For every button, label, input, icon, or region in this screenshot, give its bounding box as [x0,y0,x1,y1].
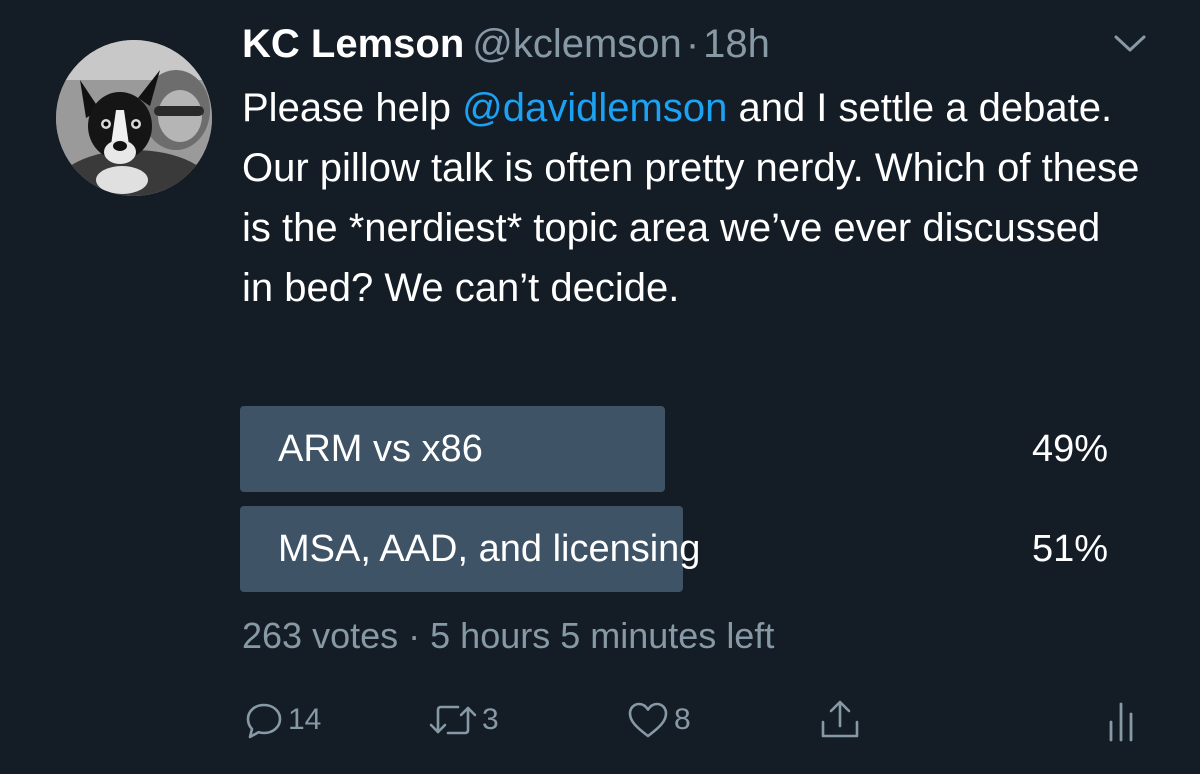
analytics-icon [1109,702,1133,742]
tweet-actions: 14 3 8 [0,690,1200,750]
poll-meta: 263 votes · 5 hours 5 minutes left [242,614,774,658]
chevron-down-icon[interactable] [1112,28,1148,58]
poll-option-2[interactable]: MSA, AAD, and licensing 51% [240,506,1108,592]
author-name[interactable]: KC Lemson [242,22,464,66]
share-button[interactable] [818,690,862,750]
mention-link[interactable]: @davidlemson [462,86,727,130]
tweet-header: KC Lemson @kclemson · 18h [242,22,770,66]
tweet-text-part: Please help [242,86,463,130]
like-count: 8 [674,703,691,736]
retweet-count: 3 [482,703,499,736]
analytics-button[interactable] [1108,690,1134,750]
header-separator: · [685,22,700,66]
avatar-photo [56,40,212,196]
poll-meta-separator: · [408,615,421,656]
reply-icon [246,703,282,739]
tweet: KC Lemson @kclemson · 18h Please help @davi… [0,0,1200,774]
poll-option-percent: 49% [1031,428,1108,470]
poll-option-label: ARM vs x86 [278,428,483,470]
retweet-button[interactable]: 3 [428,690,499,750]
poll-votes: 263 votes [242,615,399,656]
like-button[interactable]: 8 [626,690,691,750]
poll-option-label: MSA, AAD, and licensing [278,528,701,570]
tweet-text: Please help @davidlemson and I settle a … [242,78,1142,318]
author-handle[interactable]: @kclemson [472,22,682,66]
reply-button[interactable]: 14 [244,690,321,750]
retweet-icon [429,705,477,735]
avatar[interactable] [56,40,212,196]
tweet-timestamp[interactable]: 18h [703,22,770,66]
poll-option-percent: 51% [1031,528,1108,570]
reply-count: 14 [288,703,322,736]
share-icon [821,700,859,738]
poll-option-1[interactable]: ARM vs x86 49% [240,406,1108,492]
poll-time-left: 5 hours 5 minutes left [430,615,775,656]
heart-icon [628,702,668,738]
